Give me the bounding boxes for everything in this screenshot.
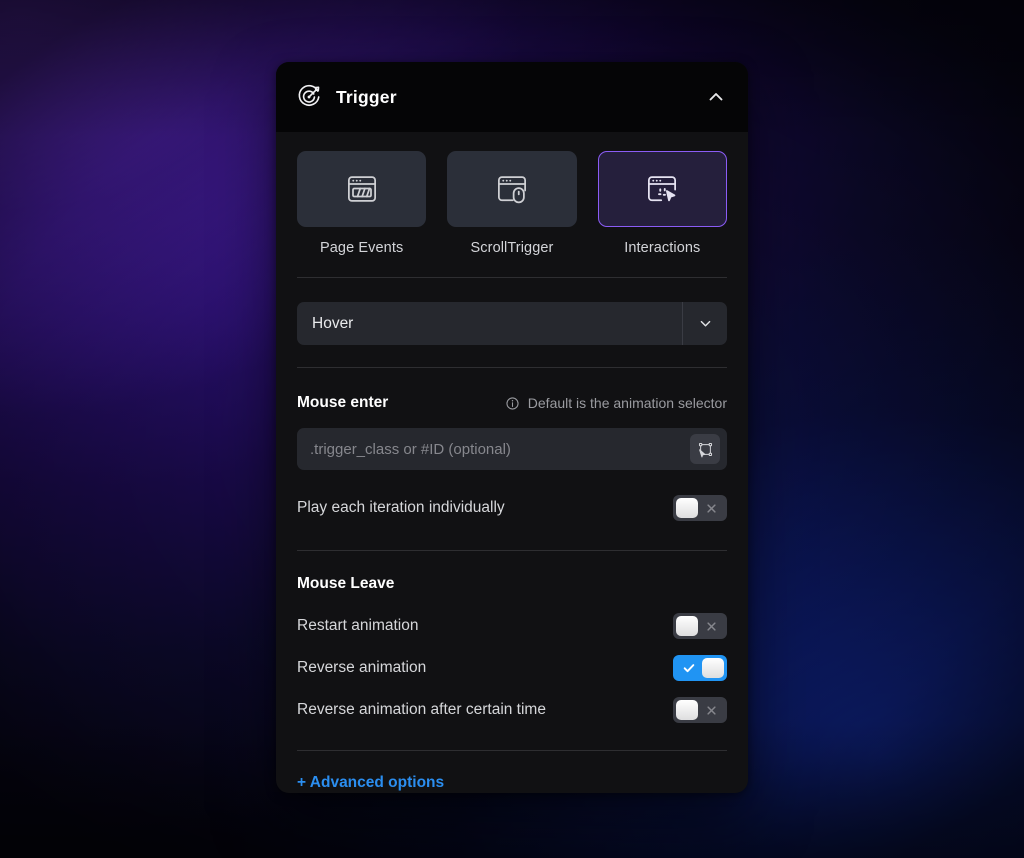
mouse-leave-title: Mouse Leave — [297, 575, 395, 592]
reverse-animation-toggle[interactable] — [673, 655, 727, 681]
collapse-panel-button[interactable] — [706, 87, 726, 107]
reverse-after-time-row: Reverse animation after certain time — [297, 694, 727, 726]
trigger-selector-input[interactable] — [310, 440, 690, 458]
element-picker-icon — [698, 442, 712, 457]
divider-below-mouse-leave — [297, 750, 727, 751]
divider-below-mouse-enter — [297, 550, 727, 551]
restart-animation-row: Restart animation — [297, 610, 727, 642]
toggle-knob — [676, 700, 698, 720]
close-icon — [706, 503, 716, 513]
tab-page-events[interactable]: Page Events — [297, 151, 427, 256]
mouse-enter-hint: Default is the animation selector — [505, 395, 727, 411]
event-select[interactable]: Hover — [297, 302, 727, 345]
reverse-after-time-label: Reverse animation after certain time — [297, 701, 546, 718]
tab-scrolltrigger-card[interactable] — [447, 151, 577, 227]
tab-interactions[interactable]: Interactions — [597, 151, 727, 256]
toggle-knob — [676, 498, 698, 518]
browser-mouse-icon — [497, 176, 526, 204]
toggle-knob — [676, 616, 698, 636]
toggle-knob — [702, 658, 724, 678]
browser-cursor-icon — [648, 176, 677, 202]
mouse-leave-options: Restart animation Reverse animation Reve… — [297, 610, 727, 726]
chevron-up-icon — [709, 93, 723, 101]
trigger-panel: Trigger Page Events ScrollTrigger Intera… — [276, 62, 748, 793]
trigger-type-tabs: Page Events ScrollTrigger Interactions — [297, 132, 727, 256]
advanced-options-link[interactable]: + Advanced options — [297, 774, 444, 792]
chevron-down-icon — [700, 320, 710, 327]
toggle-mark — [676, 660, 702, 676]
mouse-enter-title: Mouse enter — [297, 394, 389, 411]
element-picker-button[interactable] — [690, 434, 720, 464]
tab-scrolltrigger[interactable]: ScrollTrigger — [447, 151, 577, 256]
close-icon — [706, 705, 716, 715]
panel-body: Page Events ScrollTrigger Interactions H… — [276, 132, 748, 792]
restart-animation-toggle[interactable] — [673, 613, 727, 639]
play-each-iteration-toggle[interactable] — [673, 495, 727, 521]
trigger-selector-field[interactable] — [297, 428, 727, 470]
page-title: Trigger — [336, 86, 397, 107]
toggle-mark — [698, 619, 724, 634]
reverse-after-time-toggle[interactable] — [673, 697, 727, 723]
tab-interactions-card[interactable] — [597, 151, 727, 227]
reverse-animation-label: Reverse animation — [297, 659, 427, 676]
play-each-iteration-label: Play each iteration individually — [297, 499, 505, 516]
tab-page-events-card[interactable] — [297, 151, 427, 227]
mouse-enter-header: Mouse enter Default is the animation sel… — [297, 394, 727, 412]
browser-bars-icon — [347, 176, 376, 202]
check-icon — [683, 664, 695, 673]
info-icon — [506, 396, 519, 410]
tab-page-events-label: Page Events — [320, 240, 404, 256]
play-each-iteration-row: Play each iteration individually — [297, 492, 727, 524]
target-arrow-icon — [298, 84, 320, 106]
tab-scrolltrigger-label: ScrollTrigger — [470, 240, 554, 256]
mouse-enter-hint-text: Default is the animation selector — [527, 395, 727, 411]
toggle-mark — [698, 501, 724, 516]
toggle-mark — [698, 703, 724, 718]
event-select-arrow[interactable] — [682, 302, 727, 345]
reverse-animation-row: Reverse animation — [297, 652, 727, 684]
panel-header: Trigger — [276, 62, 748, 132]
close-icon — [706, 621, 716, 631]
divider-below-tabs — [297, 277, 727, 278]
event-select-value: Hover — [312, 314, 354, 332]
restart-animation-label: Restart animation — [297, 617, 419, 634]
tab-interactions-label: Interactions — [624, 240, 701, 256]
divider-below-select — [297, 367, 727, 368]
